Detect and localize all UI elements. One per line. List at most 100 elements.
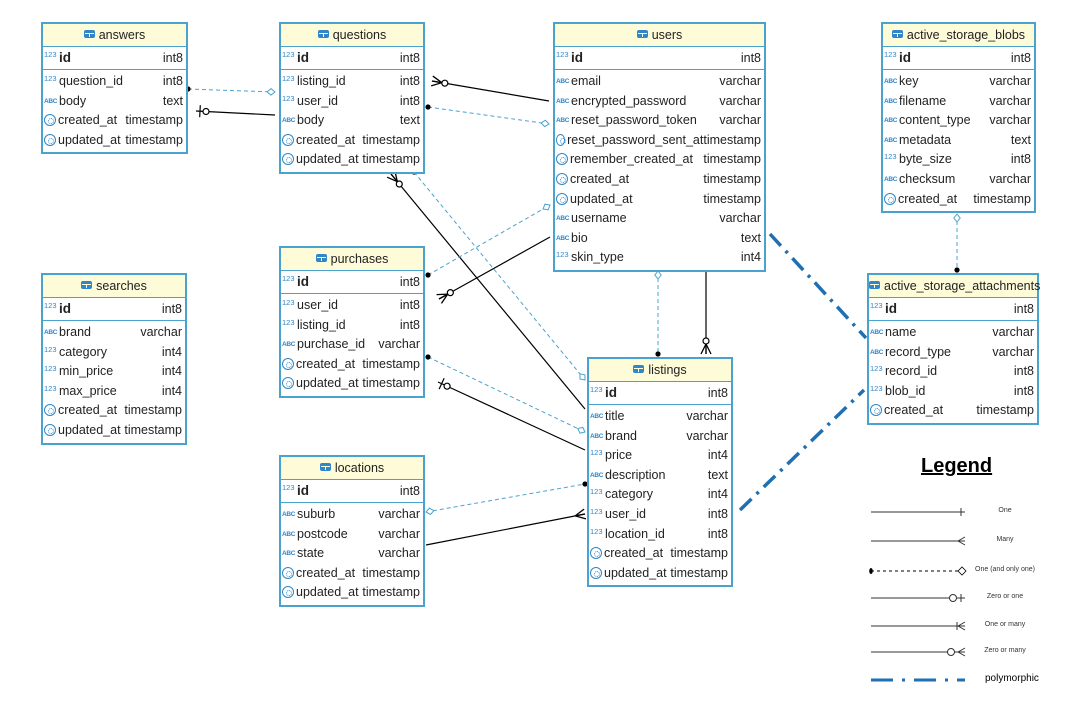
column-row[interactable]: ABC description text — [589, 466, 731, 486]
relationship-locations-listings[interactable] — [425, 481, 588, 516]
relationship-questions-users[interactable] — [430, 75, 550, 102]
column-row[interactable]: 123 listing_id int8 — [281, 72, 423, 92]
column-row[interactable]: created_at timestamp — [281, 355, 423, 375]
column-row[interactable]: ABC filename varchar — [883, 92, 1034, 112]
relationship-purchases-listings[interactable] — [437, 377, 586, 451]
primary-key-row[interactable]: 123 id int8 — [281, 480, 423, 503]
column-row[interactable]: ABC key varchar — [883, 72, 1034, 92]
column-row[interactable]: ABC bio text — [555, 229, 764, 249]
relationship-answers-questions[interactable] — [185, 86, 276, 96]
table-questions[interactable]: questions 123 id int8 123 listing_id int8 123 us… — [279, 22, 425, 174]
column-row[interactable]: ABC content_type varchar — [883, 111, 1034, 131]
relationship-users-listings[interactable] — [700, 271, 712, 355]
column-row[interactable]: ABC title varchar — [589, 407, 731, 427]
column-row[interactable]: created_at timestamp — [555, 170, 764, 190]
column-row[interactable]: ABC username varchar — [555, 209, 764, 229]
column-row[interactable]: 123 byte_size int8 — [883, 150, 1034, 170]
relationship-purchases-users[interactable] — [436, 236, 551, 304]
column-row[interactable]: 123 listing_id int8 — [281, 316, 423, 336]
column-row[interactable]: updated_at timestamp — [281, 374, 423, 394]
column-row[interactable]: ABC brand varchar — [43, 323, 185, 343]
primary-key-row[interactable]: 123 id int8 — [43, 298, 185, 321]
column-row[interactable]: 123 max_price int4 — [43, 382, 185, 402]
column-row[interactable]: ABC state varchar — [281, 544, 423, 564]
table-header[interactable]: answers — [43, 24, 186, 47]
table-listings[interactable]: listings 123 id int8 ABC title varchar ABC brand… — [587, 357, 733, 588]
column-row[interactable]: 123 min_price int4 — [43, 362, 185, 382]
table-active-storage-attachments[interactable]: active_storage_attachments 123 id int8 ABC na… — [867, 273, 1040, 425]
column-row[interactable]: 123 user_id int8 — [281, 296, 423, 316]
relationship-purchases-users[interactable] — [425, 203, 551, 278]
table-header[interactable]: purchases — [281, 248, 423, 271]
crowfoot-marker — [700, 343, 707, 355]
relationship-questions-users[interactable] — [425, 104, 550, 128]
column-row[interactable]: created_at timestamp — [589, 544, 731, 564]
column-row[interactable]: ABC body text — [43, 92, 186, 112]
column-row[interactable]: ABC checksum varchar — [883, 170, 1034, 190]
column-row[interactable]: 123 price int4 — [589, 446, 731, 466]
table-purchases[interactable]: purchases 123 id int8 123 user_id int8 123 listi… — [279, 246, 425, 398]
column-row[interactable]: updated_at timestamp — [281, 583, 423, 603]
primary-key-row[interactable]: 123 id int8 — [589, 382, 731, 405]
column-row[interactable]: 123 user_id int8 — [589, 505, 731, 525]
column-row[interactable]: created_at timestamp — [43, 111, 186, 131]
column-row[interactable]: remember_created_at timestamp — [555, 150, 764, 170]
table-header[interactable]: questions — [281, 24, 423, 47]
primary-key-row[interactable]: 123 id int8 — [883, 47, 1034, 70]
column-row[interactable]: ABC body text — [281, 111, 423, 131]
primary-key-row[interactable]: 123 id int8 — [869, 298, 1037, 321]
column-row[interactable]: ABC record_type varchar — [869, 343, 1037, 363]
primary-key-row[interactable]: 123 id int8 — [281, 47, 423, 70]
column-row[interactable]: updated_at timestamp — [281, 150, 423, 170]
column-row[interactable]: ABC postcode varchar — [281, 525, 423, 545]
column-row[interactable]: created_at timestamp — [281, 131, 423, 151]
column-row[interactable]: 123 category int4 — [589, 485, 731, 505]
column-row[interactable]: ABC email varchar — [555, 72, 764, 92]
column-row[interactable]: updated_at timestamp — [43, 421, 185, 441]
column-row[interactable]: 123 user_id int8 — [281, 92, 423, 112]
relationship-purchases-listings[interactable] — [425, 354, 586, 434]
primary-key-row[interactable]: 123 id int8 — [281, 271, 423, 294]
column-row[interactable]: ABC purchase_id varchar — [281, 335, 423, 355]
relationship-users-listings[interactable] — [654, 270, 662, 357]
column-row[interactable]: updated_at timestamp — [43, 131, 186, 151]
column-name: question_id — [59, 74, 123, 88]
table-header[interactable]: listings — [589, 359, 731, 382]
table-header[interactable]: active_storage_attachments — [869, 275, 1040, 298]
primary-key-row[interactable]: 123 id int8 — [555, 47, 764, 70]
column-row[interactable]: ABC suburb varchar — [281, 505, 423, 525]
column-row[interactable]: 123 location_id int8 — [589, 525, 731, 545]
column-row[interactable]: 123 question_id int8 — [43, 72, 186, 92]
relationship-active-storage-blobs-active-storage-attachments[interactable] — [953, 213, 961, 273]
relationship-users-active-storage-attachments[interactable] — [768, 232, 868, 340]
column-row[interactable]: created_at timestamp — [281, 564, 423, 584]
relationship-locations-listings[interactable] — [425, 508, 587, 546]
column-row[interactable]: ABC name varchar — [869, 323, 1037, 343]
column-row[interactable]: 123 blob_id int8 — [869, 382, 1037, 402]
table-header[interactable]: active_storage_blobs — [883, 24, 1034, 47]
column-row[interactable]: ABC reset_password_token varchar — [555, 111, 764, 131]
column-row[interactable]: created_at timestamp — [869, 401, 1037, 421]
relationship-listings-active-storage-attachments[interactable] — [738, 388, 866, 512]
table-header[interactable]: locations — [281, 457, 423, 480]
column-row[interactable]: ABC encrypted_password varchar — [555, 92, 764, 112]
table-answers[interactable]: answers 123 id int8 123 question_id int8 ABC bod… — [41, 22, 188, 155]
table-users[interactable]: users 123 id int8 ABC email varchar ABC encrypte… — [553, 22, 766, 272]
column-row[interactable]: 123 category int4 — [43, 343, 185, 363]
primary-key-row[interactable]: 123 id int8 — [43, 47, 186, 70]
table-searches[interactable]: searches 123 id int8 ABC brand varchar 123 categ… — [41, 273, 187, 445]
table-header[interactable]: searches — [43, 275, 185, 298]
column-row[interactable]: created_at timestamp — [883, 190, 1034, 210]
column-row[interactable]: updated_at timestamp — [589, 564, 731, 584]
table-header[interactable]: users — [555, 24, 764, 47]
table-active-storage-blobs[interactable]: active_storage_blobs 123 id int8 ABC key varch… — [881, 22, 1036, 214]
column-row[interactable]: ABC brand varchar — [589, 427, 731, 447]
column-row[interactable]: created_at timestamp — [43, 401, 185, 421]
table-locations[interactable]: locations 123 id int8 ABC suburb varchar ABC pos… — [279, 455, 425, 607]
column-row[interactable]: reset_password_sent_at timestamp — [555, 131, 764, 151]
column-row[interactable]: updated_at timestamp — [555, 190, 764, 210]
column-row[interactable]: ABC metadata text — [883, 131, 1034, 151]
relationship-answers-questions[interactable] — [195, 105, 276, 118]
column-row[interactable]: 123 skin_type int4 — [555, 248, 764, 268]
column-row[interactable]: 123 record_id int8 — [869, 362, 1037, 382]
